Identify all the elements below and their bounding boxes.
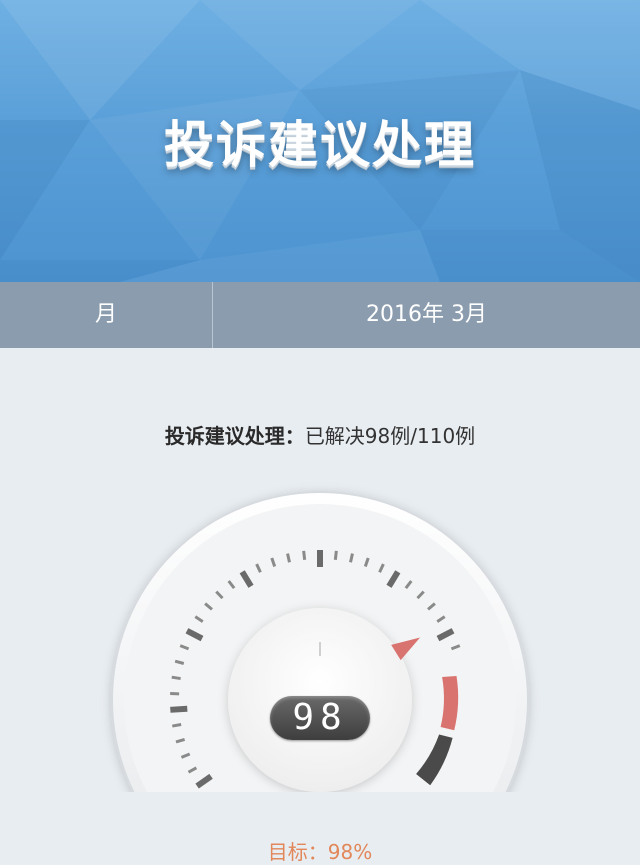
gauge-dial [100,478,540,798]
gauge: 98 [100,478,540,798]
page-title: 投诉建议处理 [0,105,640,177]
gauge-tick [172,724,181,726]
period-value[interactable]: 2016年 3月 [213,282,640,348]
period-bar: 月 2016年 3月 [0,282,640,348]
gauge-tick [170,709,187,710]
summary-line: 投诉建议处理：已解决98例/110例 [0,420,640,449]
gauge-tick [304,551,305,560]
value-readout-text: 98 [270,696,370,740]
target-text: 目标：98% [0,836,640,865]
gauge-tick [288,554,290,563]
period-type-label[interactable]: 月 [0,282,212,348]
summary-label: 投诉建议处理： [165,424,305,448]
header-banner: 投诉建议处理 [0,0,640,282]
summary-text: 已解决98例/110例 [305,424,475,448]
gauge-tick [335,551,336,560]
gauge-tick [351,554,353,563]
value-readout: 98 [270,696,370,740]
gauge-tick [172,677,181,678]
